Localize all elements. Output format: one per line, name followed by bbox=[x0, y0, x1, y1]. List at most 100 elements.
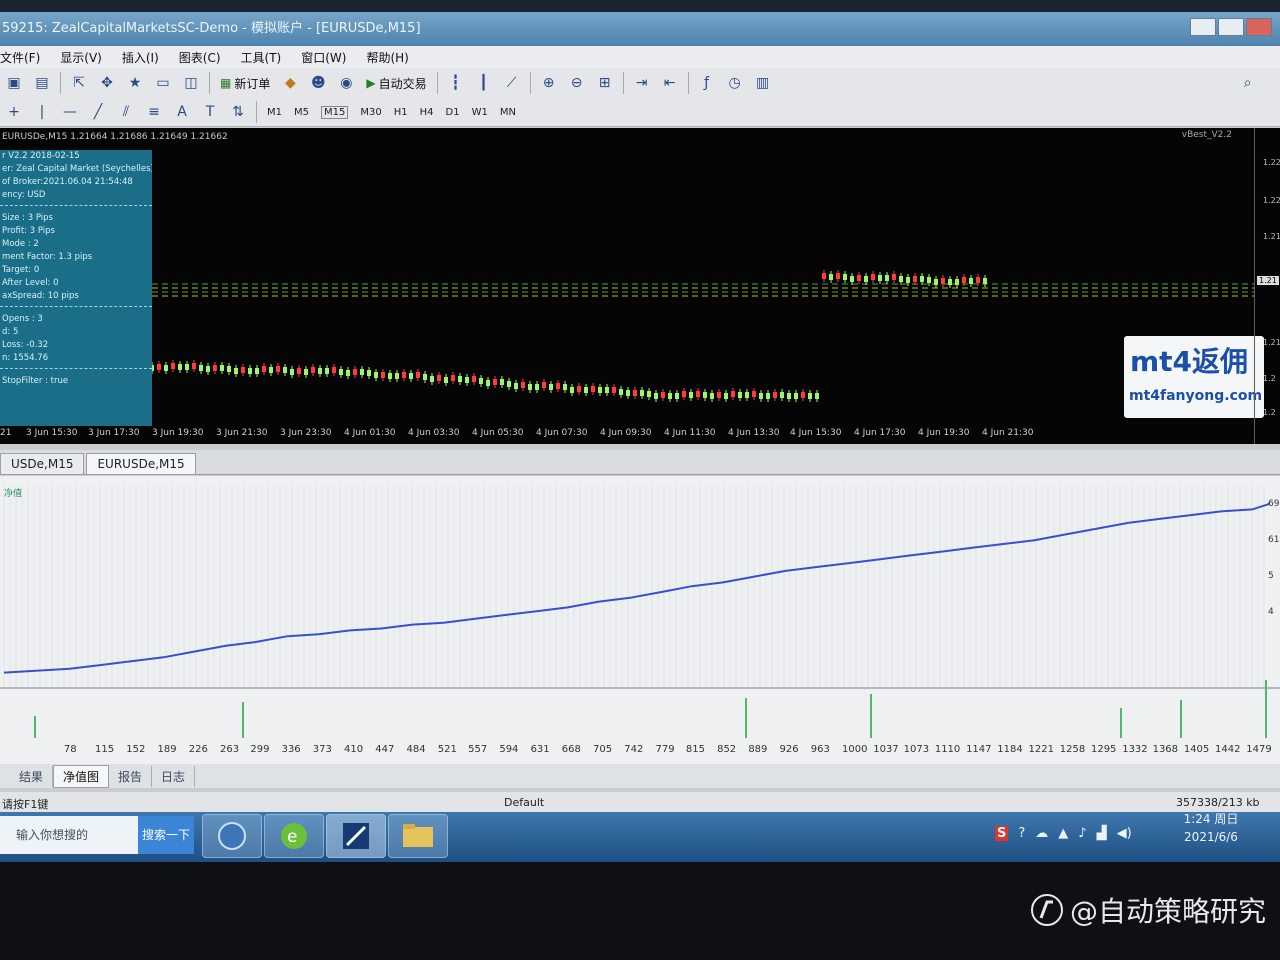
profiles-icon[interactable]: ▤ bbox=[31, 72, 53, 94]
minimize-button[interactable] bbox=[1190, 18, 1216, 36]
x-tick-label: 963 bbox=[811, 744, 830, 755]
zoom-out-icon[interactable]: ⊖ bbox=[566, 72, 588, 94]
info-line: ment Factor: 1.3 pips bbox=[2, 252, 93, 262]
timeframe-mn[interactable]: MN bbox=[500, 107, 516, 118]
volume-bar bbox=[745, 698, 747, 738]
taskbar-ie-icon[interactable]: e bbox=[264, 814, 324, 858]
tile-windows-icon[interactable]: ⊞ bbox=[594, 72, 616, 94]
system-tray: S ? ☁ ▲ ♪ ▟ ◀) bbox=[990, 818, 1137, 848]
tab-usde-m15[interactable]: USDe,M15 bbox=[0, 453, 85, 474]
timeframe-h1[interactable]: H1 bbox=[394, 107, 408, 118]
tester-icon[interactable]: ◫ bbox=[180, 72, 202, 94]
tab-eurusde-m15[interactable]: EURUSDe,M15 bbox=[86, 453, 196, 474]
window-titlebar[interactable]: 59215: ZealCapitalMarketsSC-Demo - 模拟账户 … bbox=[0, 12, 1280, 46]
price-label: 1.2 bbox=[1263, 374, 1276, 383]
price-chart[interactable]: EURUSDe,M15 1.21664 1.21686 1.21649 1.21… bbox=[0, 128, 1280, 444]
data-window-icon[interactable]: ✥ bbox=[96, 72, 118, 94]
vertical-line-icon[interactable]: | bbox=[31, 101, 53, 123]
terminal-icon[interactable]: ▭ bbox=[152, 72, 174, 94]
info-line: axSpread: 10 pips bbox=[2, 291, 79, 301]
label-icon[interactable]: T bbox=[199, 101, 221, 123]
timeframe-m5[interactable]: M5 bbox=[294, 107, 309, 118]
menu-insert[interactable]: 插入(I) bbox=[122, 49, 159, 66]
chart-shift-icon[interactable]: ⇤ bbox=[659, 72, 681, 94]
templates-icon[interactable]: ▥ bbox=[752, 72, 774, 94]
trendline-icon[interactable]: ╱ bbox=[87, 101, 109, 123]
y-tick-label: 5 bbox=[1268, 571, 1274, 581]
fibonacci-icon[interactable]: ≡ bbox=[143, 101, 165, 123]
tab-results[interactable]: 结果 bbox=[10, 765, 54, 787]
notification-icon[interactable]: ♪ bbox=[1078, 826, 1086, 841]
info-line: Profit: 3 Pips bbox=[2, 226, 55, 236]
info-divider bbox=[0, 368, 152, 375]
market-watch-icon[interactable]: ⇱ bbox=[68, 72, 90, 94]
x-tick-label: 815 bbox=[686, 744, 705, 755]
search-input[interactable]: 输入你想搜的 bbox=[0, 816, 138, 854]
x-tick-label: 1405 bbox=[1184, 744, 1209, 755]
arrows-icon[interactable]: ⇅ bbox=[227, 101, 249, 123]
menu-file[interactable]: 文件(F) bbox=[0, 49, 40, 66]
window-title: 59215: ZealCapitalMarketsSC-Demo - 模拟账户 … bbox=[2, 21, 421, 36]
tab-report[interactable]: 报告 bbox=[109, 765, 153, 787]
tab-journal[interactable]: 日志 bbox=[152, 765, 196, 787]
search-icon[interactable]: ⌕ bbox=[1237, 72, 1259, 94]
help-icon[interactable]: ? bbox=[1018, 826, 1025, 841]
navigator-icon[interactable]: ★ bbox=[124, 72, 146, 94]
tab-equity-graph[interactable]: 净值图 bbox=[53, 764, 110, 788]
volume-icon[interactable]: ◀) bbox=[1117, 826, 1132, 841]
auto-trading-button[interactable]: ▶ 自动交易 bbox=[366, 75, 426, 92]
zoom-in-icon[interactable]: ⊕ bbox=[538, 72, 560, 94]
candlestick-icon[interactable]: ┃ bbox=[473, 72, 495, 94]
auto-scroll-icon[interactable]: ⇥ bbox=[631, 72, 653, 94]
periods-icon[interactable]: ◷ bbox=[724, 72, 746, 94]
timeframe-m30[interactable]: M30 bbox=[360, 107, 381, 118]
crosshair-icon[interactable]: + bbox=[3, 101, 25, 123]
menu-view[interactable]: 显示(V) bbox=[60, 49, 102, 66]
main-toolbar: ▣ ▤ ⇱ ✥ ★ ▭ ◫ ▦ 新订单 ◆ ☻ ◉ ▶ 自动交易 ┇ ┃ ⟋ ⊕ ⊖… bbox=[0, 68, 1280, 99]
maximize-button[interactable] bbox=[1218, 18, 1244, 36]
timeframe-m15[interactable]: M15 bbox=[321, 105, 349, 119]
timeframe-w1[interactable]: W1 bbox=[472, 107, 488, 118]
line-chart-icon[interactable]: ⟋ bbox=[501, 72, 523, 94]
menu-window[interactable]: 窗口(W) bbox=[301, 49, 346, 66]
text-icon[interactable]: A bbox=[171, 101, 193, 123]
taskbar-folder-icon[interactable] bbox=[388, 814, 448, 858]
search-button[interactable]: 搜索一下 bbox=[138, 816, 194, 854]
close-button[interactable] bbox=[1246, 18, 1272, 36]
cloud-icon[interactable]: ☁ bbox=[1035, 826, 1048, 841]
x-tick-label: 1184 bbox=[997, 744, 1022, 755]
time-label: 3 Jun 19:30 bbox=[152, 428, 204, 438]
menu-tools[interactable]: 工具(T) bbox=[241, 49, 282, 66]
x-tick-label: 447 bbox=[375, 744, 394, 755]
options-icon[interactable]: ☻ bbox=[307, 72, 329, 94]
new-chart-icon[interactable]: ▣ bbox=[3, 72, 25, 94]
network-icon[interactable]: ▟ bbox=[1097, 826, 1107, 841]
price-axis[interactable]: 1.222 1.222 1.219 1.21 1.21 1.2 1.2 bbox=[1254, 128, 1280, 444]
x-tick-label: 373 bbox=[313, 744, 332, 755]
info-line: of Broker:2021.06.04 21:54:48 bbox=[2, 177, 133, 187]
strategy-tester-graph[interactable]: 净值 78 115 152 189 226 263 299 336 373 410 447 484 52… bbox=[0, 476, 1280, 764]
signals-icon[interactable]: ◉ bbox=[335, 72, 357, 94]
new-order-button[interactable]: ▦ 新订单 bbox=[220, 75, 270, 92]
taskbar-clock[interactable]: 1:24 周日 2021/6/6 bbox=[1176, 810, 1246, 846]
auto-trading-icon: ▶ bbox=[366, 76, 376, 90]
taskbar-browser-icon[interactable] bbox=[202, 814, 262, 858]
menu-charts[interactable]: 图表(C) bbox=[179, 49, 221, 66]
timeframe-d1[interactable]: D1 bbox=[446, 107, 460, 118]
menu-help[interactable]: 帮助(H) bbox=[366, 49, 408, 66]
horizontal-line-icon[interactable]: — bbox=[59, 101, 81, 123]
channel-icon[interactable]: ⫽ bbox=[115, 101, 137, 123]
expand-tray-icon[interactable]: ▲ bbox=[1058, 826, 1068, 841]
indicators-icon[interactable]: ƒ bbox=[696, 72, 718, 94]
new-order-label: 新订单 bbox=[234, 76, 271, 91]
taskbar-mt4-icon[interactable] bbox=[326, 814, 386, 858]
x-tick-label: 742 bbox=[624, 744, 643, 755]
x-tick-label: 336 bbox=[282, 744, 301, 755]
status-help: 请按F1键 bbox=[2, 798, 49, 811]
x-tick-label: 631 bbox=[531, 744, 550, 755]
timeframe-m1[interactable]: M1 bbox=[267, 107, 282, 118]
sogou-icon[interactable]: S bbox=[995, 825, 1009, 841]
metaeditor-icon[interactable]: ◆ bbox=[279, 72, 301, 94]
bar-chart-icon[interactable]: ┇ bbox=[445, 72, 467, 94]
timeframe-h4[interactable]: H4 bbox=[420, 107, 434, 118]
